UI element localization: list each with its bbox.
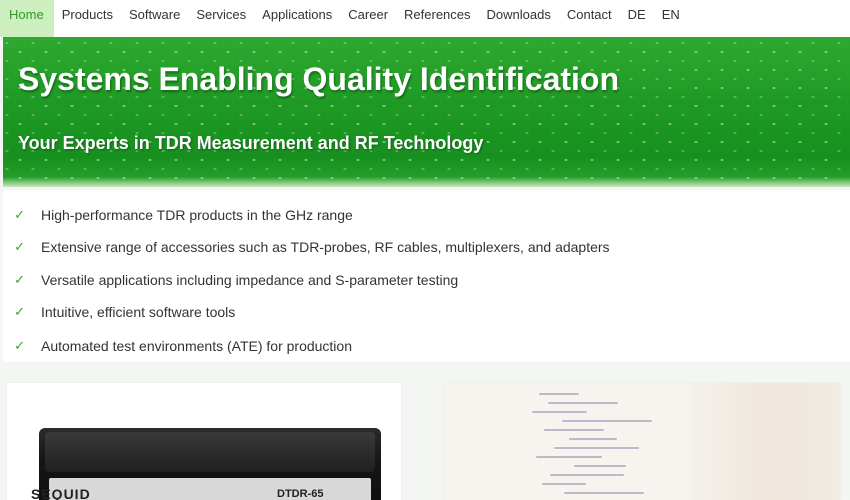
nav-item-products[interactable]: Products bbox=[54, 0, 121, 37]
nav-item-career[interactable]: Career bbox=[340, 0, 396, 37]
code-line bbox=[548, 402, 618, 404]
checkmark-icon: ✓ bbox=[14, 207, 25, 222]
hero-banner: Systems Enabling Quality Identification … bbox=[3, 37, 850, 187]
nav-item-downloads[interactable]: Downloads bbox=[479, 0, 559, 37]
device-brand-label: SEQUID bbox=[31, 486, 91, 500]
hero-subtitle: Your Experts in TDR Measurement and RF T… bbox=[18, 133, 484, 153]
code-line bbox=[539, 393, 579, 395]
top-navigation: Home Products Software Services Applicat… bbox=[0, 0, 850, 37]
code-line bbox=[544, 429, 604, 431]
feature-item: ✓ Versatile applications including imped… bbox=[3, 270, 458, 290]
feature-text: Intuitive, efficient software tools bbox=[41, 304, 236, 320]
software-card[interactable] bbox=[444, 383, 840, 500]
feature-item: ✓ Automated test environments (ATE) for … bbox=[3, 336, 352, 356]
checkmark-icon: ✓ bbox=[14, 338, 25, 353]
code-line bbox=[562, 420, 652, 422]
code-line bbox=[554, 447, 639, 449]
code-line bbox=[569, 438, 617, 440]
feature-text: Automated test environments (ATE) for pr… bbox=[41, 338, 352, 354]
nav-item-applications[interactable]: Applications bbox=[254, 0, 340, 37]
checkmark-icon: ✓ bbox=[14, 272, 25, 287]
feature-item: ✓ High-performance TDR products in the G… bbox=[3, 205, 353, 225]
code-line bbox=[564, 492, 644, 494]
code-line bbox=[532, 411, 587, 413]
feature-text: Versatile applications including impedan… bbox=[41, 272, 459, 288]
hero-dot-pattern bbox=[3, 37, 850, 187]
feature-list: ✓ High-performance TDR products in the G… bbox=[3, 190, 850, 362]
checkmark-icon: ✓ bbox=[14, 239, 25, 254]
nav-item-home[interactable]: Home bbox=[0, 0, 54, 37]
feature-text: Extensive range of accessories such as T… bbox=[41, 239, 610, 255]
code-line bbox=[550, 474, 624, 476]
code-screenshot-shade bbox=[670, 383, 840, 500]
code-line bbox=[574, 465, 626, 467]
nav-item-contact[interactable]: Contact bbox=[559, 0, 620, 37]
feature-text: High-performance TDR products in the GHz… bbox=[41, 207, 353, 223]
code-line bbox=[542, 483, 586, 485]
feature-item: ✓ Extensive range of accessories such as… bbox=[3, 237, 610, 257]
feature-item: ✓ Intuitive, efficient software tools bbox=[3, 302, 235, 322]
hero-bottom-glow bbox=[3, 177, 850, 187]
language-de[interactable]: DE bbox=[620, 0, 654, 37]
nav-item-references[interactable]: References bbox=[396, 0, 478, 37]
language-en[interactable]: EN bbox=[654, 0, 688, 37]
device-top-panel bbox=[45, 432, 375, 472]
nav-item-services[interactable]: Services bbox=[188, 0, 254, 37]
checkmark-icon: ✓ bbox=[14, 304, 25, 319]
nav-item-software[interactable]: Software bbox=[121, 0, 188, 37]
code-line bbox=[536, 456, 602, 458]
product-card[interactable]: SEQUID DTDR-65 bbox=[7, 383, 401, 500]
device-model-label: DTDR-65 bbox=[277, 488, 324, 500]
hero-title: Systems Enabling Quality Identification bbox=[18, 61, 619, 97]
